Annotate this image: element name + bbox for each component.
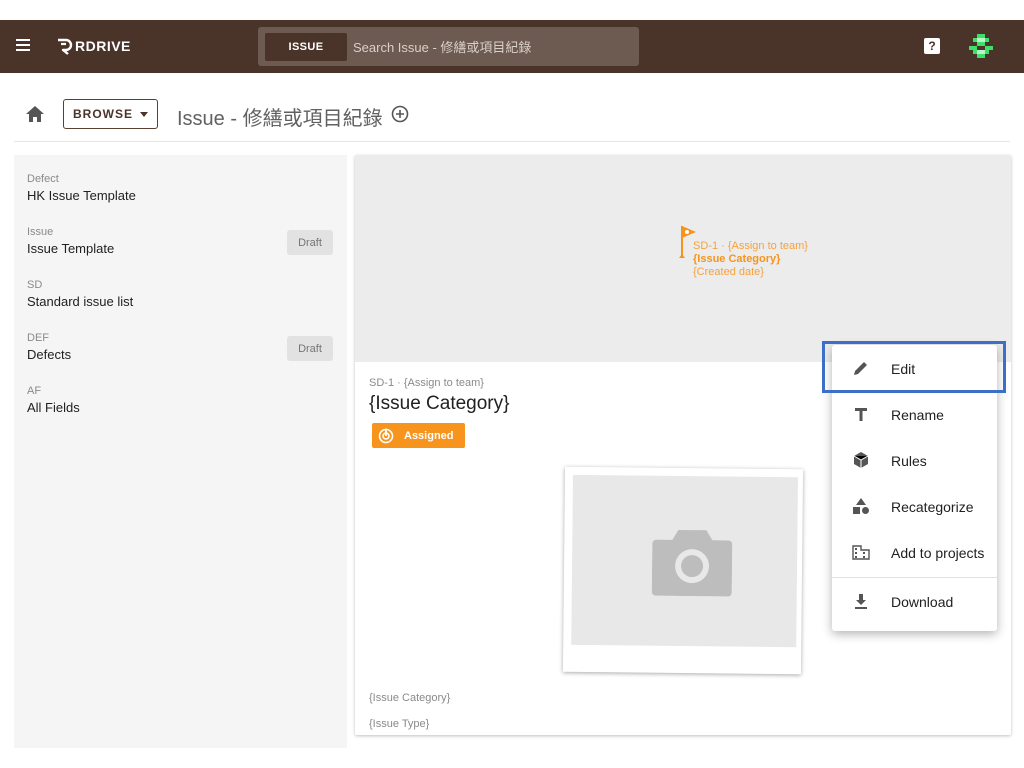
camera-icon bbox=[651, 529, 733, 597]
shapes-icon bbox=[853, 498, 869, 514]
pin-label-line2: {Issue Category} bbox=[693, 253, 781, 265]
page-toolbar: BROWSE Issue - 修繕或項目紀錄 bbox=[14, 90, 1010, 142]
template-code: SD bbox=[27, 279, 43, 291]
template-list-item[interactable]: Issue Issue Template Draft bbox=[14, 226, 347, 270]
menu-item-label: Recategorize bbox=[891, 499, 974, 515]
text-icon bbox=[855, 408, 867, 421]
template-name: HK Issue Template bbox=[27, 188, 136, 203]
menu-item-recategorize[interactable]: Recategorize bbox=[832, 483, 997, 529]
page-title: Issue - 修繕或項目紀錄 bbox=[177, 108, 383, 130]
add-circle-icon[interactable] bbox=[391, 105, 409, 123]
menu-item-add-to-projects[interactable]: Add to projects bbox=[832, 529, 997, 575]
template-name: Standard issue list bbox=[27, 294, 134, 309]
map-preview: SD-1 · {Assign to team} {Issue Category}… bbox=[355, 155, 1011, 362]
template-code: AF bbox=[27, 385, 42, 397]
photo-frame bbox=[571, 474, 798, 648]
browse-button[interactable]: BROWSE bbox=[63, 99, 158, 129]
status-label: Assigned bbox=[404, 429, 454, 442]
context-menu: Edit Rename Rules Recategorize Add to pr… bbox=[832, 345, 997, 631]
template-code: Issue bbox=[27, 226, 54, 238]
app-bar: RDRIVE ISSUE ? bbox=[0, 20, 1024, 73]
template-name: All Fields bbox=[27, 400, 80, 415]
logo-icon bbox=[58, 38, 73, 55]
caret-down-icon bbox=[140, 111, 148, 117]
avatar[interactable] bbox=[966, 31, 996, 61]
menu-item-label: Rename bbox=[891, 407, 944, 423]
menu-item-label: Edit bbox=[891, 361, 916, 377]
template-list-item[interactable]: Defect HK Issue Template bbox=[14, 173, 347, 217]
search-input[interactable] bbox=[353, 33, 623, 61]
card-subtitle: SD-1 · {Assign to team} bbox=[369, 377, 484, 389]
menu-item-rules[interactable]: Rules bbox=[832, 437, 997, 483]
home-icon[interactable] bbox=[26, 106, 44, 122]
pencil-icon bbox=[854, 362, 867, 375]
menu-item-download[interactable]: Download bbox=[832, 578, 997, 624]
draft-badge: Draft bbox=[287, 336, 333, 361]
download-icon bbox=[855, 594, 867, 609]
photo-placeholder bbox=[562, 466, 804, 675]
radar-icon bbox=[378, 428, 394, 443]
template-list: Defect HK Issue Template Issue Issue Tem… bbox=[14, 155, 347, 748]
menu-item-label: Rules bbox=[891, 453, 927, 469]
status-badge: Assigned bbox=[372, 423, 465, 448]
template-list-item[interactable]: DEF Defects Draft bbox=[14, 332, 347, 376]
pin-label-line3: {Created date} bbox=[693, 266, 764, 278]
logo-text: RDRIVE bbox=[75, 38, 131, 54]
pin-label-line1: SD-1 · {Assign to team} bbox=[693, 240, 808, 252]
template-code: DEF bbox=[27, 332, 49, 344]
menu-item-edit[interactable]: Edit bbox=[832, 345, 997, 391]
help-icon[interactable]: ? bbox=[924, 38, 940, 54]
menu-icon[interactable] bbox=[16, 39, 30, 51]
browse-button-label: BROWSE bbox=[73, 107, 133, 121]
search-bar: ISSUE bbox=[258, 27, 639, 66]
field-issue-type: {Issue Type} bbox=[369, 718, 430, 730]
field-issue-category: {Issue Category} bbox=[369, 692, 451, 704]
draft-badge: Draft bbox=[287, 230, 333, 255]
building-icon bbox=[852, 545, 870, 560]
menu-item-label: Download bbox=[891, 594, 954, 610]
template-list-item[interactable]: SD Standard issue list bbox=[14, 279, 347, 323]
template-name: Defects bbox=[27, 347, 72, 362]
template-code: Defect bbox=[27, 173, 59, 185]
template-list-item[interactable]: AF All Fields bbox=[14, 385, 347, 429]
card-title: {Issue Category} bbox=[369, 393, 510, 414]
cube-icon bbox=[853, 452, 869, 468]
menu-item-label: Add to projects bbox=[891, 545, 985, 561]
logo[interactable]: RDRIVE bbox=[56, 36, 131, 56]
template-name: Issue Template bbox=[27, 241, 115, 256]
menu-item-rename[interactable]: Rename bbox=[832, 391, 997, 437]
search-scope-chip[interactable]: ISSUE bbox=[265, 33, 347, 61]
